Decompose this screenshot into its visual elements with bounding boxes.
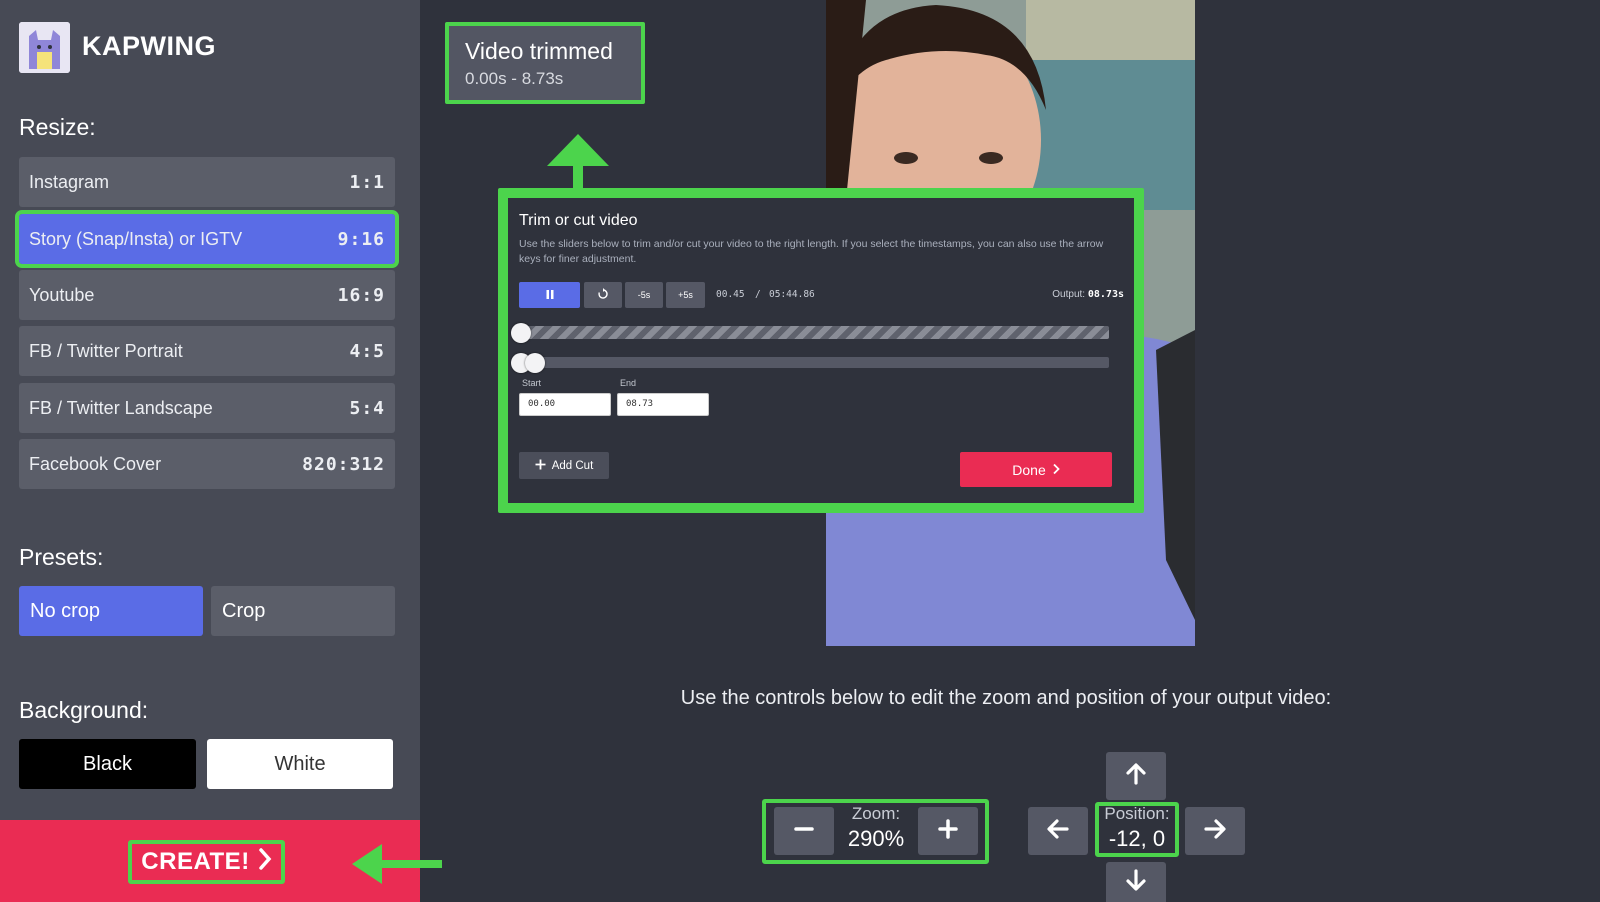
total-time: 05:44.86 — [769, 289, 815, 300]
move-right-button[interactable] — [1185, 807, 1245, 855]
skip-back-5s-button[interactable]: -5s — [625, 282, 663, 308]
add-cut-button[interactable]: Add Cut — [519, 452, 609, 479]
size-ratio: 5:4 — [349, 397, 385, 419]
tooltip-title: Video trimmed — [465, 38, 613, 64]
size-ratio: 820:312 — [302, 453, 385, 475]
start-label: Start — [522, 378, 542, 388]
arrow-right-icon — [1204, 818, 1226, 845]
trim-description: Use the sliders below to trim and/or cut… — [519, 238, 1104, 265]
skip-forward-5s-button[interactable]: +5s — [666, 282, 705, 308]
sidebar: KAPWING Resize: Instagram 1:1 Story (Sna… — [0, 0, 420, 902]
brand-name: KAPWING — [82, 31, 216, 61]
move-left-button[interactable] — [1028, 807, 1088, 855]
minus-icon — [794, 819, 814, 844]
size-label: FB / Twitter Landscape — [29, 397, 213, 418]
playhead-handle[interactable] — [525, 353, 545, 373]
zoom-label: Zoom: — [851, 804, 901, 823]
output-duration: Output: 08.73s — [1052, 289, 1124, 300]
trim-dialog: Trim or cut video Use the sliders below … — [498, 188, 1144, 513]
preset-crop[interactable]: Crop — [211, 586, 395, 636]
arrow-up-icon — [1125, 762, 1147, 790]
zoom-position-instruction: Use the controls below to edit the zoom … — [680, 687, 1332, 709]
preset-no-crop[interactable]: No crop — [19, 586, 203, 636]
size-label: Youtube — [29, 284, 95, 305]
arrow-left-icon — [1047, 818, 1069, 845]
background-title: Background: — [19, 697, 149, 723]
arrow-down-icon — [1125, 868, 1147, 896]
size-ratio: 1:1 — [349, 171, 385, 193]
kapwing-logo[interactable] — [19, 22, 70, 73]
end-time-field[interactable]: 08.73 — [617, 393, 709, 416]
zoom-readout: Zoom: 290% — [836, 804, 916, 852]
create-button[interactable]: CREATE! — [128, 840, 285, 884]
resize-title: Resize: — [19, 114, 96, 140]
output-value: 08.73s — [1087, 289, 1124, 300]
size-label: FB / Twitter Portrait — [29, 340, 183, 361]
tooltip-range: 0.00s - 8.73s — [465, 69, 564, 88]
restart-icon — [597, 288, 609, 302]
move-down-button[interactable] — [1106, 862, 1166, 902]
position-label: Position: — [1104, 804, 1170, 823]
background-black-button[interactable]: Black — [19, 739, 196, 789]
time-separator: / — [755, 289, 761, 300]
plus-icon — [938, 818, 958, 844]
trim-title: Trim or cut video — [519, 212, 638, 229]
output-label: Output: — [1052, 289, 1086, 300]
done-button[interactable]: Done — [960, 452, 1112, 487]
arrow-up-hint-icon — [547, 134, 609, 190]
chevron-right-icon — [1052, 462, 1060, 478]
position-value: -12, 0 — [1108, 826, 1166, 851]
size-label: Story (Snap/Insta) or IGTV — [29, 228, 243, 249]
end-label: End — [620, 378, 637, 388]
presets-title: Presets: — [19, 544, 104, 570]
size-fb-twitter-portrait[interactable]: FB / Twitter Portrait 4:5 — [19, 326, 395, 376]
size-label: Facebook Cover — [29, 453, 162, 474]
position-readout: Position: -12, 0 — [1097, 804, 1177, 852]
start-time-field[interactable]: 00.00 — [519, 393, 611, 416]
done-label: Done — [1012, 461, 1046, 478]
plus-icon — [535, 459, 546, 473]
zoom-out-button[interactable] — [774, 807, 834, 855]
restart-button[interactable] — [584, 282, 622, 308]
size-story-igtv[interactable]: Story (Snap/Insta) or IGTV 9:16 — [15, 210, 399, 268]
pause-icon — [546, 289, 554, 301]
playhead-track[interactable] — [519, 357, 1109, 368]
add-cut-label: Add Cut — [551, 459, 594, 472]
zoom-value: 290% — [847, 826, 905, 851]
trim-slider-handle[interactable] — [511, 323, 531, 343]
size-youtube[interactable]: Youtube 16:9 — [19, 270, 395, 320]
move-up-button[interactable] — [1106, 752, 1166, 800]
zoom-in-button[interactable] — [918, 807, 978, 855]
size-ratio: 9:16 — [337, 228, 385, 250]
size-fb-twitter-landscape[interactable]: FB / Twitter Landscape 5:4 — [19, 383, 395, 433]
pause-button[interactable] — [519, 282, 580, 308]
size-label: Instagram — [29, 171, 110, 192]
background-white-button[interactable]: White — [207, 739, 393, 789]
chevron-right-icon — [258, 847, 272, 878]
video-trimmed-tooltip: Video trimmed 0.00s - 8.73s — [445, 22, 645, 104]
size-instagram[interactable]: Instagram 1:1 — [19, 157, 395, 207]
size-ratio: 16:9 — [337, 284, 385, 306]
size-facebook-cover[interactable]: Facebook Cover 820:312 — [19, 439, 395, 489]
current-time: 00.45 — [716, 289, 745, 300]
create-label: CREATE! — [141, 848, 250, 875]
size-ratio: 4:5 — [349, 340, 385, 362]
trim-slider-track[interactable] — [519, 326, 1109, 339]
